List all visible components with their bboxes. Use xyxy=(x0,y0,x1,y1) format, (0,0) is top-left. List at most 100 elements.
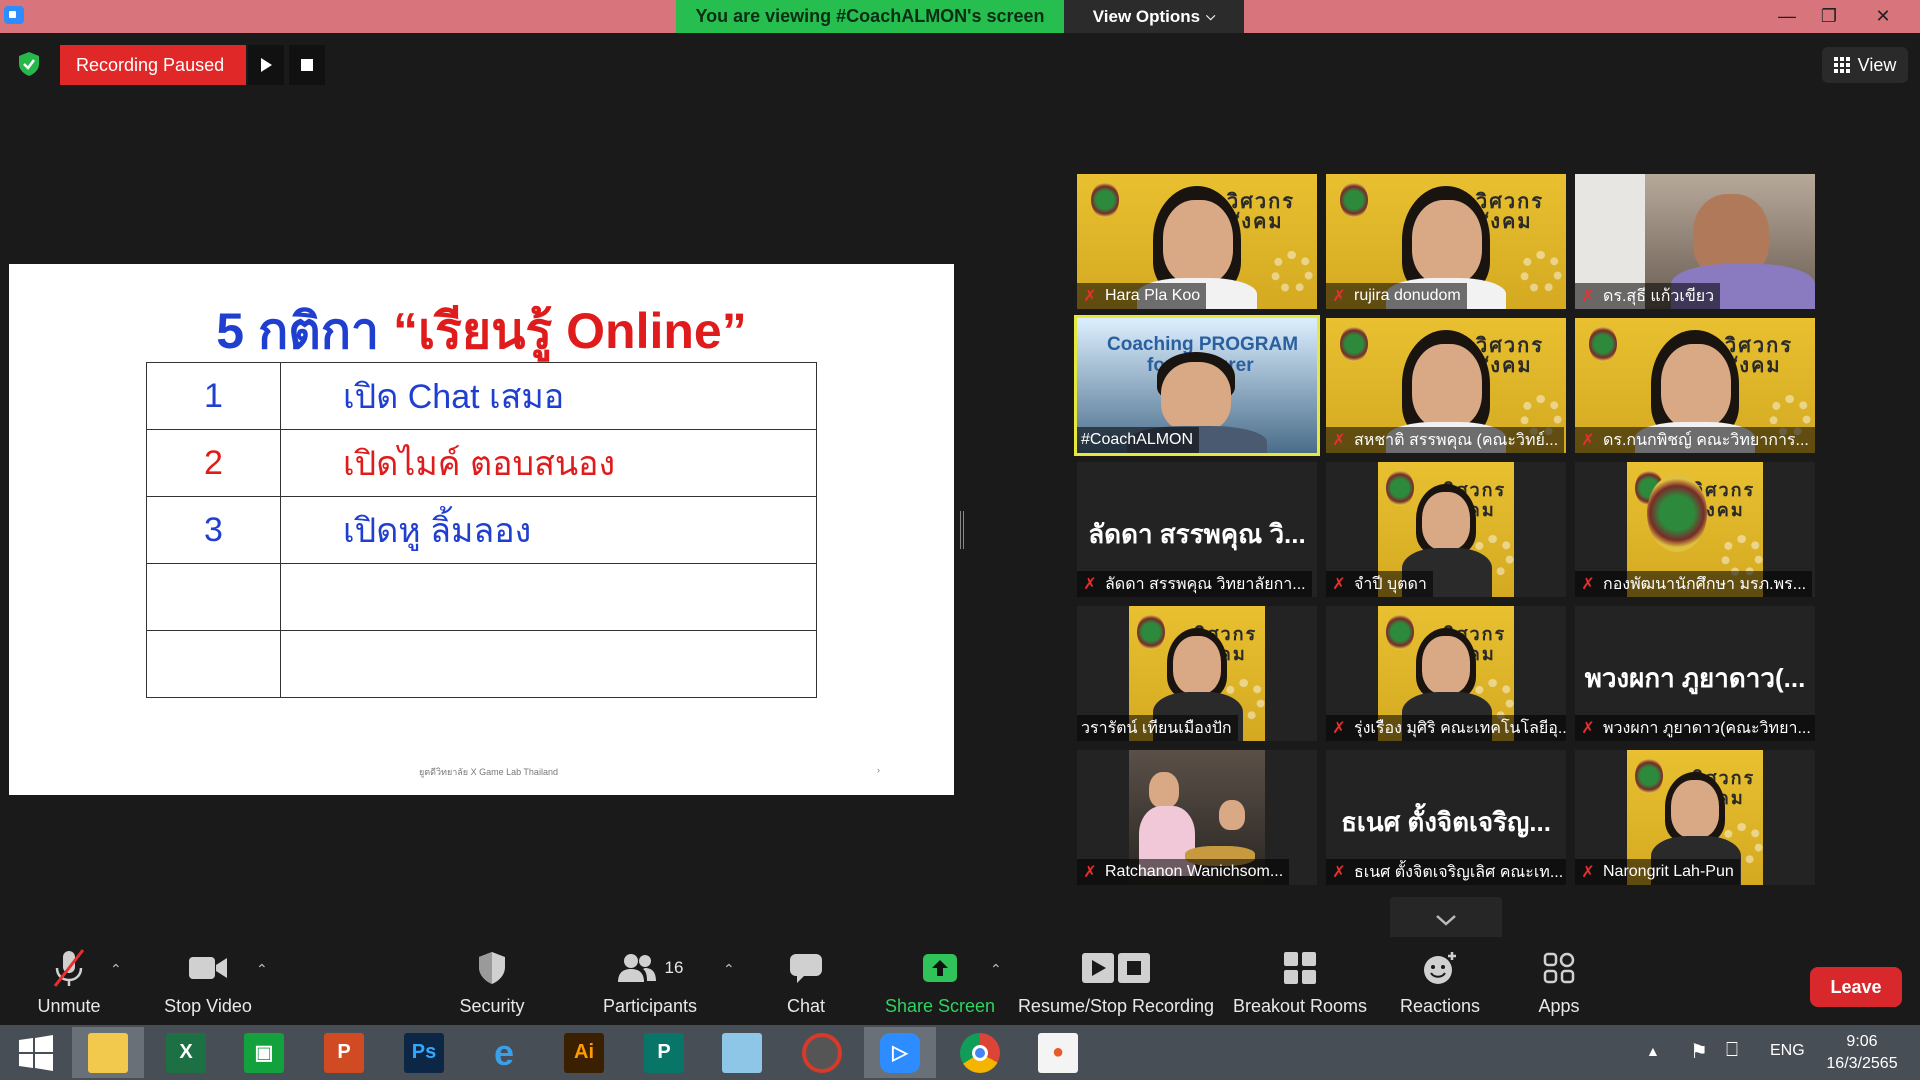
file-explorer-taskbar-icon[interactable] xyxy=(72,1027,144,1078)
panel-splitter[interactable] xyxy=(960,511,964,549)
participant-tile[interactable]: ลัดดา สรรพคุณ วิ... ✗ ลัดดา สรรพคุณ วิทยาล… xyxy=(1077,462,1317,597)
muted-mic-icon: ✗ xyxy=(1581,288,1595,305)
security-button[interactable]: Security xyxy=(448,937,536,1025)
zoom-app-icon xyxy=(4,6,24,24)
apps-label: Apps xyxy=(1538,996,1580,1016)
tray-expand-icon[interactable]: ▲ xyxy=(1646,1043,1660,1059)
rule-number: 1 xyxy=(146,362,281,430)
participant-tile[interactable]: วิศวกร สังคม✗รุ่งเรือง มุศิริ คณะเทคโนโล… xyxy=(1326,606,1566,741)
recording-label: Resume/Stop Recording xyxy=(1017,996,1215,1016)
photoshop-taskbar-icon[interactable]: Ps xyxy=(388,1027,460,1078)
participant-name-bar: ✗ สหชาติ สรรพคุณ (คณะวิทย์... xyxy=(1326,427,1565,453)
clock-time: 9:06 xyxy=(1846,1033,1878,1050)
system-clock[interactable]: 9:06 16/3/2565 xyxy=(1812,1031,1912,1075)
publisher-taskbar-icon[interactable]: P xyxy=(628,1027,700,1078)
rules-table: 1 เปิด Chat เสมอ 2 เปิดไมค์ ตอบสนอง 3 เปิดหู … xyxy=(146,362,817,698)
video-camera-icon xyxy=(188,946,228,990)
meeting-controls: Unmute ⌃ Stop Video ⌃ Security 16 Partic… xyxy=(0,937,1920,1025)
rules-row xyxy=(146,563,817,631)
participant-tile[interactable]: วิศวกร สังคม ✗ ดร.กนกพิชญ์ คณะวิทยาการ... xyxy=(1575,318,1815,453)
photoscape-taskbar-icon[interactable] xyxy=(786,1027,858,1078)
gear-icon xyxy=(1520,251,1562,293)
grid-icon xyxy=(1833,57,1850,73)
view-layout-button[interactable]: View xyxy=(1822,47,1908,83)
participant-tile[interactable]: วิศวกร สังคม ✗ กองพัฒนานักศึกษา มรภ.พร... xyxy=(1575,462,1815,597)
participant-tile[interactable]: Coaching PROGRAMfor Lecturer#CoachALMON xyxy=(1074,315,1320,456)
slide-footer: ยูตดีวิทยาลัย X Game Lab Thailand xyxy=(419,767,558,777)
participant-tile[interactable]: ✗ Ratchanon Wanichsom... xyxy=(1077,750,1317,885)
internet-explorer-taskbar-icon[interactable]: e xyxy=(468,1027,540,1078)
slide-title-part1: 5 กติกา xyxy=(216,303,393,359)
participants-options-caret[interactable]: ⌃ xyxy=(723,961,735,978)
view-options-label: View Options xyxy=(1092,6,1201,26)
muted-mic-icon: ✗ xyxy=(1581,720,1595,737)
participant-tile[interactable]: พวงผกา ภูยาดาว(... ✗ พวงผกา ภูยาดาว(คณะวิท… xyxy=(1575,606,1815,741)
stop-video-button[interactable]: Stop Video xyxy=(150,937,266,1025)
zoom-taskbar-icon[interactable]: ▷ xyxy=(864,1027,936,1078)
recording-status: Recording Paused xyxy=(60,45,246,85)
chrome-taskbar-icon[interactable] xyxy=(944,1027,1016,1078)
participant-name-bar: ✗ จำปี บุตดา xyxy=(1326,571,1433,597)
participant-tile[interactable]: วิศวกร สังคม✗Narongrit Lah-Pun xyxy=(1575,750,1815,885)
chat-bubble-icon xyxy=(789,946,823,990)
participant-name-bar: ✗ Ratchanon Wanichsom... xyxy=(1077,859,1290,885)
participant-face xyxy=(1671,780,1719,838)
audio-options-caret[interactable]: ⌃ xyxy=(110,961,122,978)
share-options-caret[interactable]: ⌃ xyxy=(990,961,1002,978)
windows-start-button[interactable] xyxy=(0,1027,72,1078)
participant-tile[interactable]: วิศวกร สังคม ✗ สหชาติ สรรพคุณ (คณะวิทย์... xyxy=(1326,318,1566,453)
reactions-button[interactable]: Reactions xyxy=(1390,937,1490,1025)
participant-display-name: ธเนศ ตั้งจิตเจริญ... xyxy=(1341,807,1551,837)
store-taskbar-icon[interactable]: ▣ xyxy=(228,1027,300,1078)
presentation-taskbar-icon[interactable]: ● xyxy=(1022,1027,1094,1078)
breakout-rooms-button[interactable]: Breakout Rooms xyxy=(1232,937,1368,1025)
record-controls-icon xyxy=(1081,946,1151,990)
participant-face xyxy=(1412,344,1482,428)
participants-button[interactable]: 16 Participants xyxy=(592,937,708,1025)
participant-tile[interactable]: วิศวกร สังคม ✗ Hara Pla Koo xyxy=(1077,174,1317,309)
participant-name-bar: ✗ รุ่งเรือง มุศิริ คณะเทคโนโลยีอุ... xyxy=(1326,715,1566,741)
network-icon[interactable]: ⎕ xyxy=(1726,1039,1738,1062)
powerpoint-taskbar-icon[interactable]: P xyxy=(308,1027,380,1078)
notepad-taskbar-icon[interactable] xyxy=(706,1027,778,1078)
participant-tile[interactable]: วิศวกร สังคมวรารัตน์ เทียนเมืองปัก xyxy=(1077,606,1317,741)
leave-button[interactable]: Leave xyxy=(1810,967,1902,1007)
university-emblem-icon xyxy=(1386,470,1414,506)
resume-stop-recording-button[interactable]: Resume/Stop Recording xyxy=(1016,937,1216,1025)
input-language[interactable]: ENG xyxy=(1770,1042,1805,1060)
reactions-label: Reactions xyxy=(1399,996,1481,1016)
share-screen-icon xyxy=(922,946,958,990)
participant-face xyxy=(1422,636,1470,694)
participant-tile[interactable]: วิศวกร สังคม✗จำปี บุตดา xyxy=(1326,462,1566,597)
apps-button[interactable]: Apps xyxy=(1520,937,1598,1025)
chat-button[interactable]: Chat xyxy=(768,937,844,1025)
excel-taskbar-icon[interactable]: X xyxy=(150,1027,222,1078)
windows-taskbar: X ▣ P Ps e Ai P ▷ ● ▲ ⚑ ⎕ ENG 9:06 16/3/… xyxy=(0,1025,1920,1080)
unmute-button[interactable]: Unmute xyxy=(24,937,114,1025)
illustrator-taskbar-icon[interactable]: Ai xyxy=(548,1027,620,1078)
chevron-down-icon: ⌵ xyxy=(1206,9,1216,23)
restore-button[interactable]: ❐ xyxy=(1806,0,1852,33)
university-emblem-icon xyxy=(1589,326,1617,362)
view-options-button[interactable]: View Options ⌵ xyxy=(1064,0,1244,33)
stop-icon xyxy=(301,59,313,71)
windows-logo-icon xyxy=(19,1034,53,1071)
shield-check-icon[interactable] xyxy=(16,51,42,77)
close-window-button[interactable]: ✕ xyxy=(1860,0,1906,33)
share-screen-button[interactable]: Share Screen xyxy=(884,937,996,1025)
resume-recording-button[interactable] xyxy=(248,45,284,85)
participant-display-name: ลัดดา สรรพคุณ วิ... xyxy=(1088,519,1306,549)
minimize-button[interactable]: — xyxy=(1764,0,1810,33)
share-screen-label: Share Screen xyxy=(884,996,996,1016)
action-center-flag-icon[interactable]: ⚑ xyxy=(1690,1039,1708,1064)
participant-tile[interactable]: วิศวกร สังคม ✗ rujira donudom xyxy=(1326,174,1566,309)
university-emblem-icon xyxy=(1340,182,1368,218)
play-icon xyxy=(261,58,272,72)
participant-tile[interactable]: ✗ ดร.สุธี แก้วเขียว xyxy=(1575,174,1815,309)
participant-tile[interactable]: ธเนศ ตั้งจิตเจริญ... ✗ ธเนศ ตั้งจิตเจริญเล… xyxy=(1326,750,1566,885)
stop-recording-button[interactable] xyxy=(289,45,325,85)
participant-face xyxy=(1412,200,1482,284)
unmute-label: Unmute xyxy=(37,996,101,1016)
chat-label: Chat xyxy=(786,996,826,1016)
video-options-caret[interactable]: ⌃ xyxy=(256,961,268,978)
